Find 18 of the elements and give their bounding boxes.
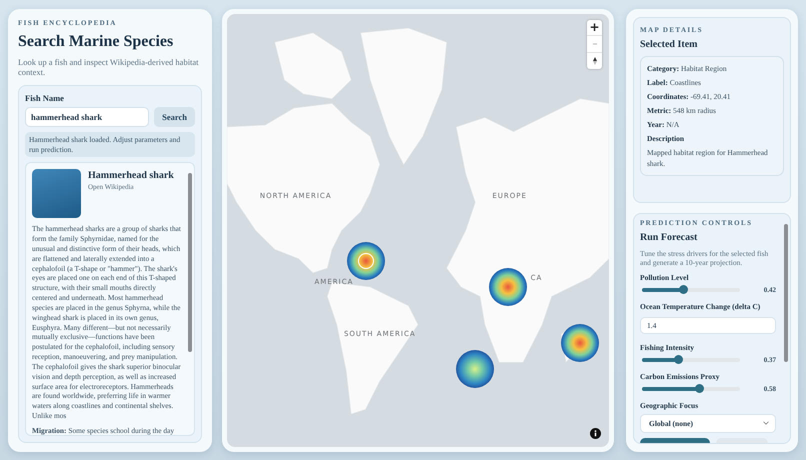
chevron-down-icon [763,421,769,426]
photo-placeholder [32,169,81,218]
heatmap-spot[interactable] [561,324,600,362]
heatmap-spot[interactable] [456,350,494,388]
slider[interactable] [642,288,740,292]
zoom-in-button[interactable]: + [587,20,602,35]
species-name: Hammerhead shark [88,170,174,182]
slider[interactable] [642,358,740,362]
info-icon[interactable] [590,428,601,439]
slider[interactable] [642,386,740,391]
field-label: Fish Name [25,93,65,104]
search-field[interactable]: hammerhead shark [25,107,150,128]
heatmap-spot[interactable] [347,242,386,280]
section-title: Run Forecast [640,232,698,243]
search-button[interactable]: Search [154,107,195,128]
subtitle-text: Look up a fish and inspect Wikipedia-derived habitat context. [18,57,200,78]
page-title: Search Marine Species [18,33,174,51]
section-title: Selected Item [640,39,698,50]
